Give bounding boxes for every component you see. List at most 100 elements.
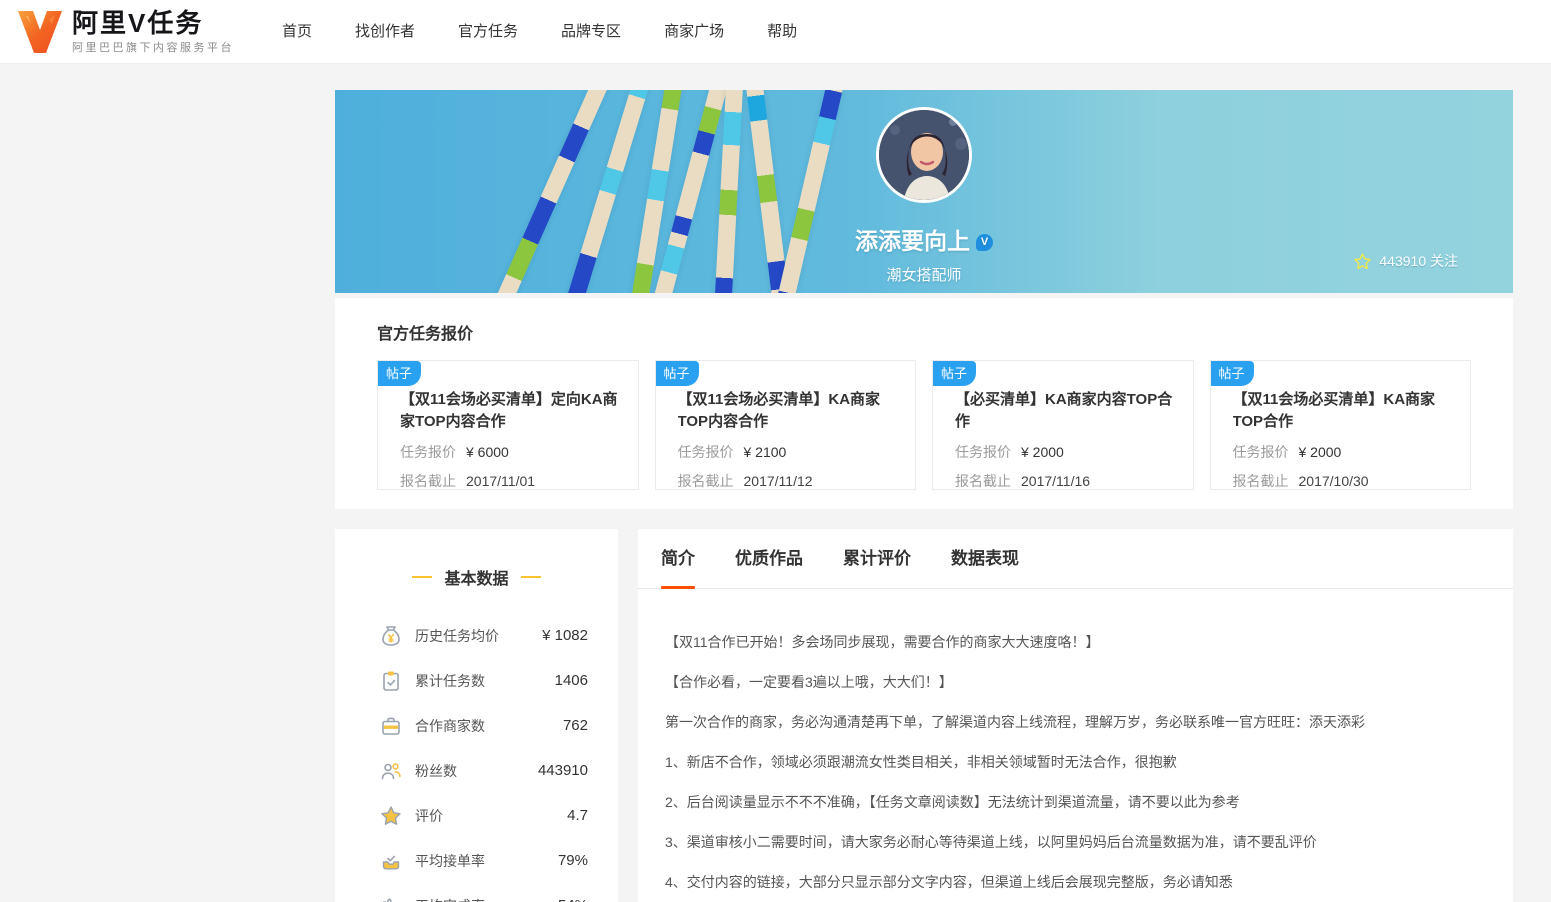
stat-label: 平均接单率 <box>415 852 485 869</box>
hand-ok-icon <box>382 897 397 902</box>
top-header: 阿里V任务 阿里巴巴旗下内容服务平台 首页 找创作者 官方任务 品牌专区 商家广… <box>0 0 1551 64</box>
task-title: 【双11会场必买清单】定向KA商家TOP内容合作 <box>400 391 618 430</box>
profile-tabbar: 简介 优质作品 累计评价 数据表现 <box>638 529 1513 589</box>
nav-item-home[interactable]: 首页 <box>282 0 312 64</box>
tab-intro[interactable]: 简介 <box>661 529 695 589</box>
price-value: ¥ 2100 <box>743 444 787 460</box>
app-logo[interactable]: 阿里V任务 阿里巴巴旗下内容服务平台 <box>16 9 234 55</box>
verified-badge-icon: V <box>976 234 993 252</box>
stat-list: 历史任务均价 ¥ 1082 累计任务数 1406 合作商家数 762 粉丝数 4… <box>335 613 618 902</box>
stat-value: 1406 <box>554 672 588 689</box>
intro-paragraph: 4、交付内容的链接，大部分只显示部分文字内容，但渠道上线后会展现完整版，务必请知… <box>665 874 1233 890</box>
nav-item-brand-zone[interactable]: 品牌专区 <box>561 0 621 64</box>
avatar-illustration <box>879 110 969 200</box>
main-nav: 首页 找创作者 官方任务 品牌专区 商家广场 帮助 <box>282 0 840 64</box>
stat-row-partner-merchants: 合作商家数 762 <box>379 703 588 748</box>
deadline-value: 2017/11/01 <box>466 473 536 489</box>
tab-quality-works[interactable]: 优质作品 <box>735 529 803 589</box>
follow-label: 关注 <box>1430 253 1458 269</box>
stat-value: 762 <box>562 717 588 734</box>
task-card[interactable]: 帖子 【双11会场必买清单】KA商家TOP合作 任务报价 ¥ 2000 报名截止 2… <box>1209 360 1471 490</box>
deadline-label: 报名截止 <box>955 473 1011 489</box>
profile-name: 添添要向上 <box>855 228 970 254</box>
stat-row-avg-price: 历史任务均价 ¥ 1082 <box>379 613 588 658</box>
stat-row-accept-rate: 平均接单率 79% <box>379 838 588 883</box>
post-type-badge: 帖子 <box>1210 361 1254 386</box>
users-icon <box>381 762 401 779</box>
star-icon <box>1354 252 1372 269</box>
deadline-value: 2017/10/30 <box>1298 473 1369 489</box>
deadline-label: 报名截止 <box>677 473 734 489</box>
tab-cumulative-reviews[interactable]: 累计评价 <box>843 529 911 589</box>
stat-value: 79% <box>557 852 588 869</box>
intro-paragraph: 【双11合作已开始！多会场同步展现，需要合作的商家大大速度咯！】 <box>665 634 1100 650</box>
profile-banner: 添添要向上 V 潮女搭配师 443910 关注 <box>335 90 1513 293</box>
task-title: 【双11会场必买清单】KA商家TOP合作 <box>1232 391 1436 430</box>
tab-data-performance[interactable]: 数据表现 <box>951 529 1019 589</box>
stat-row-total-tasks: 累计任务数 1406 <box>379 658 588 703</box>
stat-label: 历史任务均价 <box>415 627 499 644</box>
nav-item-help[interactable]: 帮助 <box>767 0 797 64</box>
stat-value: 54% <box>558 897 588 902</box>
stat-label: 评价 <box>415 807 443 824</box>
nav-item-find-creators[interactable]: 找创作者 <box>355 0 415 64</box>
deadline-label: 报名截止 <box>1232 473 1289 489</box>
price-value: ¥ 2000 <box>1021 444 1064 460</box>
money-bag-icon <box>382 625 400 646</box>
stat-row-rating: 评价 4.7 <box>379 793 588 838</box>
intro-paragraph: 【合作必看，一定要看3遍以上哦，大大们！】 <box>665 674 953 690</box>
nav-item-official-tasks[interactable]: 官方任务 <box>458 0 518 64</box>
stat-row-completion-rate: 平均完成率 54% <box>379 883 588 902</box>
stat-value: 4.7 <box>567 807 588 824</box>
price-value: ¥ 6000 <box>466 444 509 460</box>
logo-title: 阿里V任务 <box>72 7 204 38</box>
price-label: 任务报价 <box>400 444 456 460</box>
post-type-badge: 帖子 <box>933 361 977 386</box>
briefcase-icon <box>382 717 400 735</box>
profile-detail-panel: 简介 优质作品 累计评价 数据表现 【双11合作已开始！多会场同步展现，需要合作… <box>638 529 1513 902</box>
stat-label: 粉丝数 <box>415 762 457 779</box>
task-card[interactable]: 帖子 【双11会场必买清单】定向KA商家TOP内容合作 任务报价 ¥ 6000 报… <box>377 360 639 490</box>
rating-star-icon <box>381 805 401 825</box>
task-card[interactable]: 帖子 【双11会场必买清单】KA商家TOP内容合作 任务报价 ¥ 2100 报名截… <box>654 360 916 490</box>
intro-content: 【双11合作已开始！多会场同步展现，需要合作的商家大大速度咯！】 【合作必看，一… <box>638 589 1513 891</box>
tasks-heading: 官方任务报价 <box>377 326 474 343</box>
price-label: 任务报价 <box>677 444 734 460</box>
profile-role: 潮女搭配师 <box>886 267 962 284</box>
follow-count[interactable]: 443910 关注 <box>1353 251 1458 271</box>
price-label: 任务报价 <box>955 444 1011 460</box>
title-dash-left <box>412 576 433 578</box>
avatar <box>876 107 972 203</box>
stat-label: 平均完成率 <box>415 896 485 902</box>
intro-paragraph: 3、渠道审核小二需要时间，请大家务必耐心等待渠道上线，以阿里妈妈后台流量数据为准… <box>665 834 1317 850</box>
inbox-check-icon <box>382 855 400 869</box>
basic-data-title: 基本数据 <box>444 571 509 588</box>
deadline-value: 2017/11/16 <box>1021 473 1091 489</box>
post-type-badge: 帖子 <box>655 361 699 386</box>
post-type-badge: 帖子 <box>378 361 422 386</box>
deadline-value: 2017/11/12 <box>743 473 813 489</box>
task-card-list: 帖子 【双11会场必买清单】定向KA商家TOP内容合作 任务报价 ¥ 6000 报… <box>377 360 1471 490</box>
stat-label: 合作商家数 <box>415 717 485 734</box>
title-dash-right <box>520 576 541 578</box>
price-value: ¥ 2000 <box>1298 444 1342 460</box>
deadline-label: 报名截止 <box>400 473 456 489</box>
stat-value: ¥ 1082 <box>542 627 588 644</box>
stat-row-fans: 粉丝数 443910 <box>379 748 588 793</box>
follow-count-number: 443910 <box>1379 253 1427 269</box>
task-title: 【双11会场必买清单】KA商家TOP内容合作 <box>677 391 881 430</box>
logo-v-icon <box>18 10 62 53</box>
task-card[interactable]: 帖子 【必买清单】KA商家内容TOP合作 任务报价 ¥ 2000 报名截止 2017… <box>932 360 1194 490</box>
task-title: 【必买清单】KA商家内容TOP合作 <box>955 391 1173 430</box>
active-tab-underline <box>661 585 695 589</box>
clipboard-icon <box>383 671 399 691</box>
price-label: 任务报价 <box>1232 444 1289 460</box>
intro-paragraph: 2、后台阅读量显示不不不准确，【任务文章阅读数】无法统计到渠道流量，请不要以此为… <box>665 794 1240 810</box>
intro-paragraph: 第一次合作的商家，务必沟通清楚再下单，了解渠道内容上线流程，理解万岁，务必联系唯… <box>665 714 1365 730</box>
nav-item-merchant-plaza[interactable]: 商家广场 <box>664 0 724 64</box>
basic-data-panel: 基本数据 历史任务均价 ¥ 1082 累计任务数 1406 合作商家数 762 … <box>335 529 618 902</box>
logo-subtitle: 阿里巴巴旗下内容服务平台 <box>72 41 234 54</box>
official-task-quotes-panel: 官方任务报价 帖子 【双11会场必买清单】定向KA商家TOP内容合作 任务报价 ¥… <box>335 298 1513 509</box>
stat-value: 443910 <box>537 762 588 779</box>
intro-paragraph: 1、新店不合作，领域必须跟潮流女性类目相关，非相关领域暂时无法合作，很抱歉 <box>665 754 1177 770</box>
